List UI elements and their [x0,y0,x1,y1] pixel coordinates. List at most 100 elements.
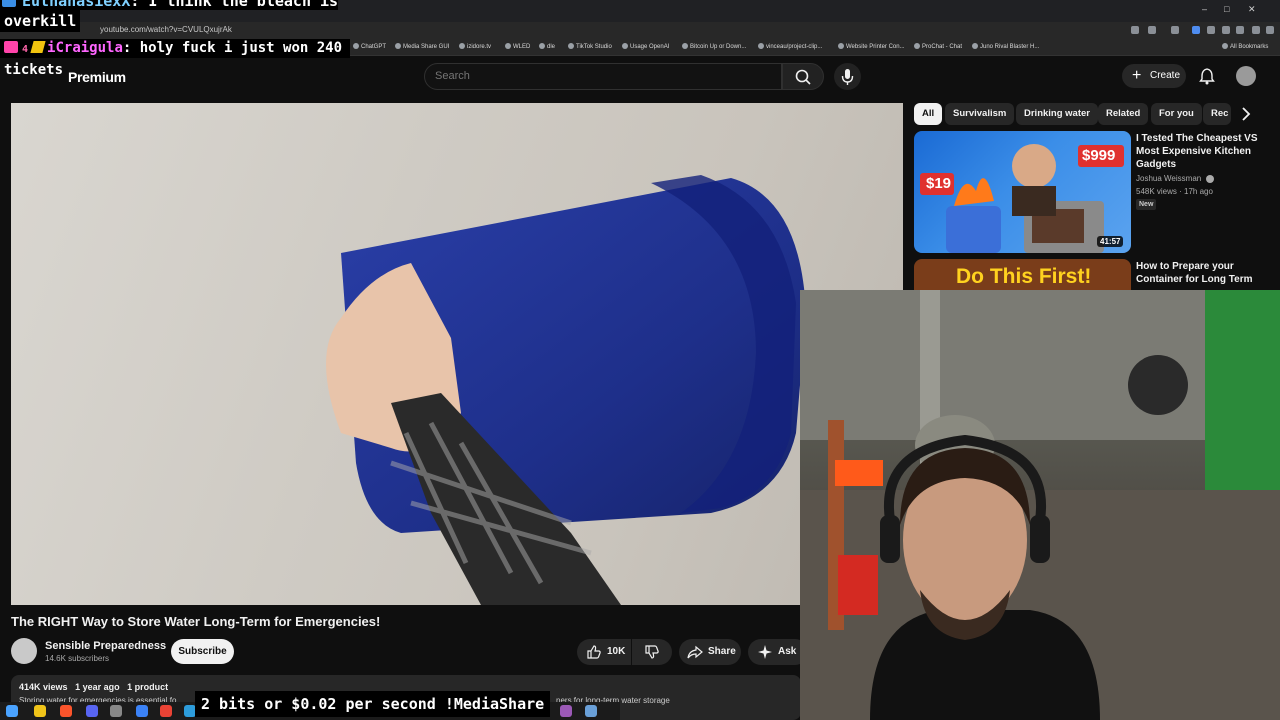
bookmark-label: All Bookmarks [1230,44,1269,50]
bookmark-favicon-icon [914,43,920,49]
search-icon [795,69,811,85]
create-button[interactable]: + Create [1122,64,1186,88]
extension-icon[interactable] [1207,26,1215,34]
chip-all[interactable]: All [914,103,943,125]
bookmark-favicon-icon [459,43,465,49]
sparkle-icon [758,645,772,659]
bookmark-star-icon[interactable] [1171,26,1179,34]
file-explorer-icon[interactable] [34,705,46,717]
bookmark-label: ChatGPT [361,44,387,50]
youtube-logo[interactable]: Premium [68,69,126,85]
chat-text: : holy fuck i just won 240 [122,40,343,56]
app-icon[interactable] [110,705,122,717]
search-button[interactable] [782,63,824,90]
bookmark-favicon-icon [682,43,688,49]
close-window-icon[interactable]: ✕ [1248,4,1256,15]
url-field[interactable]: youtube.com/watch?v=CVULQxujrAk [100,25,232,34]
extension-icon[interactable] [1252,26,1260,34]
bookmark-github[interactable]: vinceau/project-clip... [758,43,822,50]
headphone-cup [1030,515,1050,563]
share-button[interactable]: Share [679,639,741,665]
bookmark-openai[interactable]: Usage OpenAI [622,43,669,50]
bookmark-label: WLED [513,44,531,50]
verified-icon [1206,175,1214,183]
video-frame [326,175,806,605]
fire [954,178,994,206]
bookmark-label: izidore.tv [467,44,492,50]
chat-badge-count: 4 [22,44,29,55]
chip-for-you[interactable]: For you [1151,103,1202,125]
dislike-button[interactable] [632,639,672,665]
bookmark-wled[interactable]: WLED [505,43,530,50]
chat-username: EuthanasiexX [22,0,131,10]
chrome-icon[interactable] [160,705,172,717]
like-button[interactable]: 10K [577,639,631,665]
bookmark-izidore[interactable]: izidore.tv [459,43,491,50]
microphone-icon [841,69,854,85]
recommendation-channel[interactable]: Joshua Weissman [1136,174,1201,183]
ask-button[interactable]: Ask [748,639,808,665]
bookmark-media-share[interactable]: Media Share GUI [395,43,449,50]
bookmark-label: ProChat - Chat [922,44,963,50]
like-count: 10K [607,646,626,657]
bookmark-juno[interactable]: Juno Rival Blaster H... [972,43,1039,50]
blue-fryer [946,206,1001,253]
product-count[interactable]: 1 product [127,682,168,692]
bookmark-label: Juno Rival Blaster H... [980,44,1040,50]
minimize-icon[interactable]: – [1202,4,1207,14]
zoom-icon[interactable] [1131,26,1139,34]
create-label: Create [1150,70,1181,81]
recommendation-thumbnail[interactable]: Do This First! [914,259,1131,293]
voice-search-button[interactable] [834,63,861,90]
bookmark-tiktok[interactable]: TikTok Studio [568,43,612,50]
chat-message: 4 iCraigula: holy fuck i just won 240 [0,39,350,58]
bookmark-favicon-icon [353,43,359,49]
extension-icon[interactable] [1236,26,1244,34]
orange-bag [835,460,883,486]
brave-browser-icon[interactable] [60,705,72,717]
subscribe-button[interactable]: Subscribe [171,639,234,664]
chip-related[interactable]: Related [1098,103,1149,125]
bookmark-printer[interactable]: Website Printer Con... [838,43,905,50]
bookmark-label: Usage OpenAI [630,44,670,50]
chat-badge-icon [2,0,16,7]
menu-icon[interactable] [1266,26,1274,34]
search-input[interactable] [435,70,755,82]
account-avatar[interactable] [1236,66,1256,86]
start-icon[interactable] [6,705,18,717]
channel-avatar[interactable] [11,638,37,664]
bookmark-chatgpt[interactable]: ChatGPT [353,43,386,50]
app-icon[interactable] [136,705,148,717]
all-bookmarks[interactable]: All Bookmarks [1222,43,1268,50]
chevron-right-icon[interactable] [1236,104,1256,124]
recommendation-title[interactable]: I Tested The Cheapest VS Most Expensive … [1136,132,1262,171]
video-duration: 41:57 [1097,236,1124,247]
extension-icon[interactable] [1192,26,1200,34]
share-icon [687,645,703,659]
thumbnail-price-right: $999 [1082,147,1116,164]
chip-recent[interactable]: Rec [1203,103,1231,125]
webcam-image [800,290,1280,720]
discord-icon[interactable] [86,705,98,717]
recommendation-thumbnail[interactable]: $19 $999 [914,131,1131,253]
app-icon[interactable] [585,705,597,717]
notifications-bell-icon[interactable] [1198,67,1216,85]
app-icon[interactable] [560,705,572,717]
bookmark-bitcoin[interactable]: Bitcoin Up or Down... [682,43,746,50]
host-shirt [1012,186,1056,216]
bookmark-prochat[interactable]: ProChat - Chat [914,43,962,50]
install-icon[interactable] [1148,26,1156,34]
channel-name[interactable]: Sensible Preparedness [45,640,166,652]
thumbs-down-icon [645,645,659,659]
webcam-overlay [800,290,1280,720]
search-box[interactable] [424,63,782,90]
chip-drinking-water[interactable]: Drinking water [1016,103,1098,125]
chip-survivalism[interactable]: Survivalism [945,103,1015,125]
bookmark-dle[interactable]: dle [539,43,555,50]
bookmark-label: vinceau/project-clip... [766,44,823,50]
maximize-icon[interactable]: □ [1224,4,1229,14]
bookmark-label: Media Share GUI [403,44,450,50]
video-player[interactable] [11,103,903,605]
extension-icon[interactable] [1222,26,1230,34]
recommendation-title[interactable]: How to Prepare your Container for Long T… [1136,260,1262,286]
